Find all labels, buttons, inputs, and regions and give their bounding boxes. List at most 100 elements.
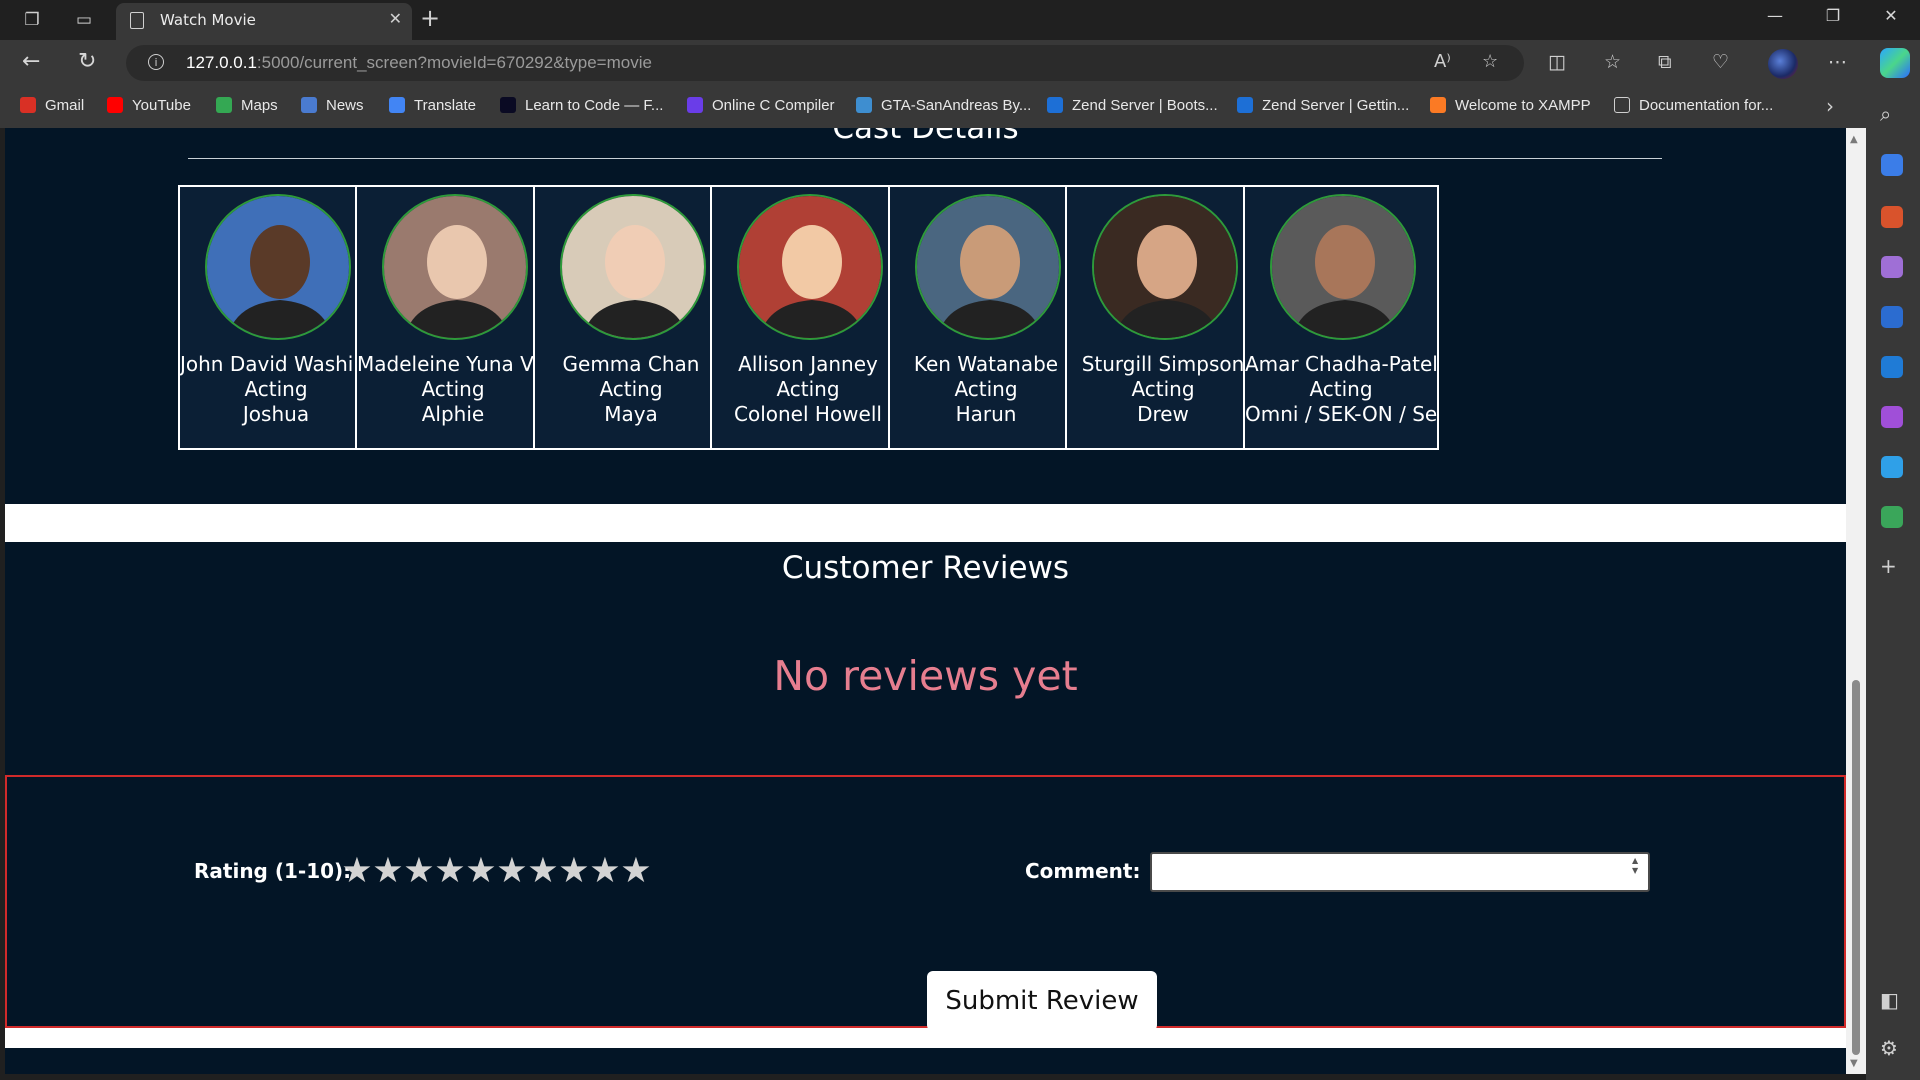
new-tab-icon[interactable]: + [420,4,440,32]
gmail-icon [20,97,36,113]
cast-role: Acting [776,377,840,401]
favorite-star-icon[interactable]: ☆ [1482,51,1498,72]
cast-photo [737,194,883,340]
copilot-icon[interactable] [1880,48,1910,78]
bookmark-label: Online C Compiler [712,97,835,114]
bookmarks-overflow-icon[interactable]: › [1826,94,1834,118]
comment-scroll-arrows[interactable]: ▲ ▼ [1632,856,1644,888]
rating-stars[interactable]: ★★★★★★★★★★ [340,851,651,891]
workspaces-icon[interactable]: ❐ [16,6,48,34]
maps-icon [216,97,232,113]
comment-input[interactable]: ▲ ▼ [1150,852,1650,892]
rating-star-icon[interactable]: ★ [402,851,434,891]
cast-photo [1092,194,1238,340]
rating-star-icon[interactable]: ★ [526,851,558,891]
hide-sidebar-icon[interactable]: ◧ [1880,988,1899,1012]
no-reviews-message: No reviews yet [773,652,1078,700]
scroll-down-arrow-icon[interactable]: ▼ [1850,1058,1858,1069]
site-info-icon[interactable]: i [148,54,164,70]
submit-review-button[interactable]: Submit Review [927,971,1157,1031]
tab-actions-icon[interactable]: ▭ [68,6,100,34]
compiler-icon [687,97,703,113]
rating-star-icon[interactable]: ★ [371,851,403,891]
refresh-icon[interactable]: ↻ [78,49,96,74]
bookmark-zend-getting[interactable]: Zend Server | Gettin... [1237,97,1409,114]
back-icon[interactable]: ← [22,49,40,74]
cast-photo [382,194,528,340]
tree-icon[interactable] [1881,506,1903,528]
rating-star-icon[interactable]: ★ [340,851,372,891]
scrollbar-thumb[interactable] [1852,680,1860,1055]
games-icon[interactable] [1881,256,1903,278]
outlook-icon[interactable] [1881,356,1903,378]
cast-photo [915,194,1061,340]
restore-icon[interactable]: ❐ [1810,6,1856,25]
bookmark-xampp[interactable]: Welcome to XAMPP [1430,97,1591,114]
bookmark-maps[interactable]: Maps [216,97,278,114]
bookmark-online-c-compiler[interactable]: Online C Compiler [687,97,835,114]
cast-role: Acting [1309,377,1373,401]
close-window-icon[interactable]: ✕ [1868,6,1914,25]
bookmark-freecodecamp[interactable]: Learn to Code — F... [500,97,663,114]
microsoft365-icon[interactable] [1881,306,1903,328]
rating-star-icon[interactable]: ★ [495,851,527,891]
url-host: 127.0.0.1 [186,53,257,72]
add-sidebar-app-icon[interactable]: + [1880,554,1897,578]
split-screen-icon[interactable]: ◫ [1548,51,1566,73]
cast-character: Alphie [421,402,485,426]
bookmark-documentation[interactable]: Documentation for... [1614,97,1773,114]
rating-star-icon[interactable]: ★ [619,851,651,891]
read-aloud-icon[interactable]: A⁾ [1434,51,1451,72]
edge-sidebar: ⌕ + ◧ ⚙ [1866,88,1920,1080]
cast-card: Gemma Chan Acting Maya [533,185,729,450]
cast-card: Sturgill Simpson Acting Drew [1065,185,1261,450]
bookmark-label: Translate [414,97,476,114]
freecodecamp-icon [500,97,516,113]
news-icon [301,97,317,113]
bookmark-gta[interactable]: GTA-SanAndreas By... [856,97,1031,114]
bookmark-gmail[interactable]: Gmail [20,97,84,114]
cast-name: Madeleine Yuna Voyles [357,352,549,376]
document-icon [1614,97,1630,113]
bookmark-news[interactable]: News [301,97,364,114]
cast-character: Drew [1137,402,1189,426]
settings-gear-icon[interactable]: ⚙ [1880,1036,1898,1060]
more-menu-icon[interactable]: ⋯ [1828,51,1847,73]
cast-role: Acting [244,377,308,401]
zend-icon [1047,97,1063,113]
comment-label: Comment: [1025,859,1141,883]
drop-icon[interactable] [1881,456,1903,478]
rating-star-icon[interactable]: ★ [588,851,620,891]
rating-star-icon[interactable]: ★ [557,851,589,891]
cast-card: Amar Chadha-Patel Acting Omni / SEK-ON / S… [1243,185,1439,450]
shopping-icon[interactable] [1881,154,1903,176]
favorites-icon[interactable]: ☆ [1604,51,1621,73]
page-viewport: Cast Details John David WashingtonActing… [5,128,1846,1074]
rating-star-icon[interactable]: ★ [433,851,465,891]
tools-icon[interactable] [1881,206,1903,228]
bookmark-translate[interactable]: Translate [389,97,476,114]
url-text: 127.0.0.1:5000/current_screen?movieId=67… [186,53,652,73]
close-tab-icon[interactable]: ✕ [389,9,402,28]
address-bar[interactable]: i 127.0.0.1:5000/current_screen?movieId=… [126,45,1524,81]
bookmark-zend-boots[interactable]: Zend Server | Boots... [1047,97,1218,114]
rating-label: Rating (1-10): [194,859,352,883]
cast-card: Allison Janney Acting Colonel Howell [710,185,906,450]
cast-name: Amar Chadha-Patel [1245,352,1437,376]
scroll-up-arrow-icon[interactable]: ▲ [1850,134,1858,145]
profile-avatar[interactable] [1768,49,1798,79]
search-icon[interactable]: ⌕ [1880,102,1891,126]
designer-icon[interactable] [1881,406,1903,428]
bookmark-label: Welcome to XAMPP [1455,97,1591,114]
minimize-icon[interactable]: — [1752,6,1798,25]
bookmark-youtube[interactable]: YouTube [107,97,191,114]
rating-star-icon[interactable]: ★ [464,851,496,891]
tab-watch-movie[interactable]: Watch Movie ✕ [116,3,412,40]
bookmark-label: Documentation for... [1639,97,1774,114]
collections-icon[interactable]: ⧉ [1658,51,1672,73]
page-scrollbar[interactable]: ▲ ▼ [1846,128,1866,1074]
cast-character: Maya [604,402,658,426]
browser-essentials-icon[interactable]: ♡ [1712,51,1729,73]
url-path: :5000/current_screen?movieId=670292&type… [256,53,652,72]
cast-character: Colonel Howell [734,402,882,426]
